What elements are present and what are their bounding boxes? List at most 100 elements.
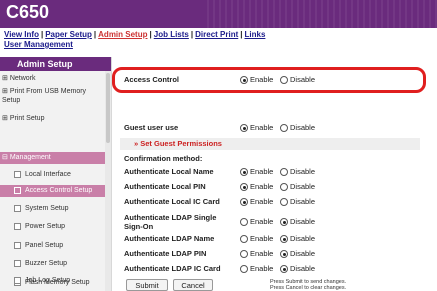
set-guest-permissions-link[interactable]: » Set Guest Permissions [120, 138, 420, 150]
page-icon [14, 222, 21, 230]
sidebar-sub-system-setup[interactable]: System Setup [0, 204, 105, 213]
sidebar-item-management[interactable]: ⊟ Management [0, 152, 105, 164]
auth-row: Authenticate LDAP Single Sign-On Enable Di… [120, 213, 420, 231]
radio-selected-icon[interactable] [240, 168, 248, 177]
sidebar-sub-access-control-setup[interactable]: Access Control Setup [0, 185, 105, 197]
access-control-disable[interactable]: Disable [280, 75, 315, 85]
help-note: Press Submit to send changes. Press Canc… [270, 279, 347, 291]
page-icon [14, 186, 21, 194]
nav-paper-setup[interactable]: Paper Setup [45, 30, 92, 39]
auth-row-label: Authenticate Local PIN [124, 182, 206, 191]
radio-selected-icon[interactable] [240, 198, 248, 207]
collapse-icon: ⊟ [2, 154, 8, 161]
radio-selected-icon[interactable] [240, 183, 248, 192]
auth-disable-option[interactable]: Disable [280, 167, 315, 177]
expand-icon: ⊞ [2, 88, 8, 95]
nav-admin-setup[interactable]: Admin Setup [98, 30, 147, 39]
auth-row-label: Authenticate LDAP IC Card [124, 264, 221, 273]
nav-view-info[interactable]: View Info [4, 30, 39, 39]
auth-row: Authenticate Local PIN Enable Disable [120, 182, 420, 192]
expand-icon: ⊞ [2, 75, 8, 82]
auth-disable-option[interactable]: Disable [280, 249, 315, 259]
nav-links: View Info | Paper Setup | Admin Setup | Job Li… [4, 30, 266, 49]
radio-selected-icon[interactable] [280, 218, 288, 227]
radio-selected-icon[interactable] [280, 235, 288, 244]
auth-disable-option[interactable]: Disable [280, 234, 315, 244]
radio-selected-icon[interactable] [240, 124, 248, 133]
page-icon [14, 276, 21, 284]
auth-row: Authenticate Local Name Enable Disable [120, 167, 420, 177]
sidebar-scrollbar[interactable] [105, 71, 111, 291]
guest-user-label: Guest user use [124, 123, 179, 132]
auth-row-label: Authenticate LDAP PIN [124, 249, 207, 258]
scrollbar-thumb[interactable] [106, 73, 110, 143]
auth-disable-option[interactable]: Disable [280, 182, 315, 192]
sidebar-item-label: Network [9, 75, 36, 82]
auth-row: Authenticate LDAP IC Card Enable Disable [120, 264, 420, 274]
banner-pattern [207, 0, 437, 28]
radio-unselected-icon[interactable] [240, 218, 248, 227]
radio-unselected-icon[interactable] [280, 76, 288, 85]
sidebar-title: Admin Setup [0, 57, 111, 71]
cancel-button[interactable]: Cancel [173, 279, 213, 291]
radio-unselected-icon[interactable] [280, 183, 288, 192]
guest-user-disable[interactable]: Disable [280, 123, 315, 133]
sidebar-sub-job-log-setup[interactable]: Job Log Setup [0, 276, 105, 285]
page-icon [14, 259, 21, 267]
sidebar-item-label: Management [9, 154, 51, 161]
auth-row: Authenticate LDAP PIN Enable Disable [120, 249, 420, 259]
sidebar: Admin Setup ⊞ Network ⊞ Print From USB M… [0, 57, 112, 291]
sidebar-sub-buzzer-setup[interactable]: Buzzer Setup [0, 259, 105, 268]
sidebar-sub-local-interface[interactable]: Local Interface [0, 170, 105, 179]
expand-icon: ⊞ [2, 115, 8, 122]
auth-enable-option[interactable]: Enable [240, 197, 273, 207]
sidebar-item-print-usb[interactable]: ⊞ Print From USB Memory Setup [0, 87, 105, 105]
submit-button[interactable]: Submit [126, 279, 168, 291]
printer-model: C650 [6, 2, 50, 22]
auth-disable-option[interactable]: Disable [280, 217, 315, 227]
confirmation-method-heading: Confirmation method: [124, 154, 203, 163]
auth-enable-option[interactable]: Enable [240, 217, 273, 227]
page-icon [14, 241, 21, 249]
radio-unselected-icon[interactable] [280, 168, 288, 177]
row-access-control: Access Control Enable Disable [120, 75, 420, 85]
nav-links[interactable]: Links [245, 30, 266, 39]
radio-unselected-icon[interactable] [240, 235, 248, 244]
sidebar-sub-power-setup[interactable]: Power Setup [0, 222, 105, 231]
auth-row-label: Authenticate Local Name [124, 167, 214, 176]
radio-unselected-icon[interactable] [240, 250, 248, 259]
sidebar-item-print-setup[interactable]: ⊞ Print Setup [0, 114, 105, 123]
auth-enable-option[interactable]: Enable [240, 234, 273, 244]
auth-enable-option[interactable]: Enable [240, 249, 273, 259]
radio-selected-icon[interactable] [280, 265, 288, 274]
radio-unselected-icon[interactable] [240, 265, 248, 274]
auth-row-label: Authenticate Local IC Card [124, 197, 220, 206]
radio-selected-icon[interactable] [280, 250, 288, 259]
sidebar-item-network[interactable]: ⊞ Network [0, 74, 105, 83]
access-control-label: Access Control [124, 75, 180, 84]
guest-user-enable[interactable]: Enable [240, 123, 273, 133]
sidebar-item-label: Print From USB Memory Setup [2, 88, 87, 104]
auth-disable-option[interactable]: Disable [280, 264, 315, 274]
auth-row-label: Authenticate LDAP Single Sign-On [124, 213, 217, 231]
access-control-enable[interactable]: Enable [240, 75, 273, 85]
top-banner: C650 [0, 0, 437, 28]
page-icon [14, 204, 21, 212]
radio-unselected-icon[interactable] [280, 198, 288, 207]
nav-direct-print[interactable]: Direct Print [195, 30, 238, 39]
row-guest-user-use: Guest user use Enable Disable [120, 123, 420, 133]
sidebar-sub-panel-setup[interactable]: Panel Setup [0, 241, 105, 250]
radio-selected-icon[interactable] [240, 76, 248, 85]
auth-enable-option[interactable]: Enable [240, 167, 273, 177]
auth-row: Authenticate Local IC Card Enable Disable [120, 197, 420, 207]
nav-user-management[interactable]: User Management [4, 40, 73, 49]
auth-enable-option[interactable]: Enable [240, 264, 273, 274]
auth-row-label: Authenticate LDAP Name [124, 234, 215, 243]
sidebar-item-label: Print Setup [9, 115, 45, 122]
nav-job-lists[interactable]: Job Lists [154, 30, 189, 39]
access-control-form: Access Control Enable Disable Guest user… [112, 57, 437, 291]
radio-unselected-icon[interactable] [280, 124, 288, 133]
auth-enable-option[interactable]: Enable [240, 182, 273, 192]
page-icon [14, 170, 21, 178]
auth-disable-option[interactable]: Disable [280, 197, 315, 207]
